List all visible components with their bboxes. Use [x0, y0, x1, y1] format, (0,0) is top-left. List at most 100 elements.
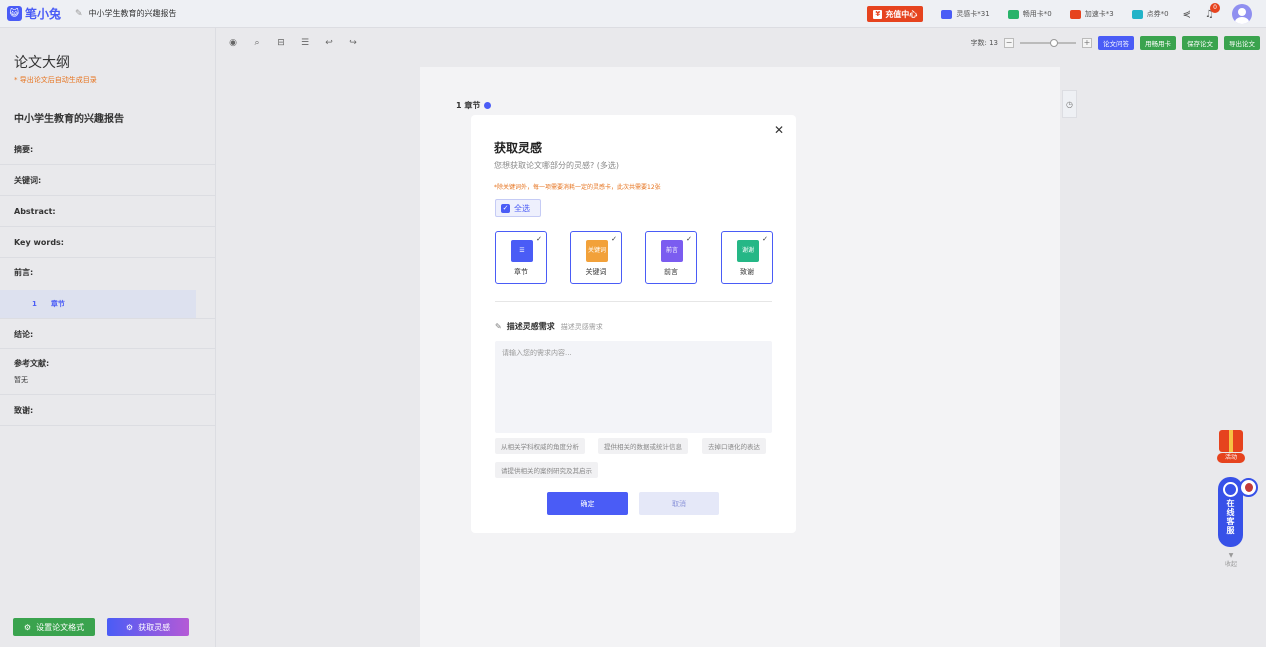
- set-format-button[interactable]: ⚙ 设置论文格式: [13, 618, 95, 636]
- get-inspiration-button[interactable]: ⚙ 获取灵感: [107, 618, 189, 636]
- service-agent-avatar[interactable]: [1239, 478, 1258, 497]
- zoom-out-button[interactable]: −: [1004, 38, 1014, 48]
- chip-label: 去掉口语化的表达: [708, 443, 760, 451]
- chip-label: 请提供相关的案例研究及其启示: [501, 467, 592, 475]
- gift-ribbon: [1229, 430, 1233, 452]
- outline-doc-name: 中小学生教育的兴趣报告: [14, 114, 124, 125]
- collapse-widget[interactable]: ▼ 收起: [1222, 552, 1240, 568]
- outline-item-label: 摘要:: [14, 145, 34, 154]
- outline-item-label: 参考文献:: [14, 359, 50, 368]
- history-clock-icon[interactable]: ◷: [1062, 90, 1077, 118]
- doc-title: 中小学生教育的兴趣报告: [88, 9, 177, 18]
- coupon-count[interactable]: 点券*0: [1131, 9, 1169, 19]
- inspiration-card-count[interactable]: 灵感卡*31: [941, 9, 990, 19]
- outline-item-references[interactable]: 参考文献: 暂无: [0, 349, 216, 395]
- close-icon[interactable]: ✕: [774, 123, 784, 137]
- outline-item-keywords-cn[interactable]: 关键词:: [0, 165, 216, 196]
- export-paper-button[interactable]: 导出论文: [1224, 36, 1260, 50]
- suggestion-chip[interactable]: 从相关学科权威的角度分析: [495, 438, 585, 454]
- outline-chapter-1[interactable]: 1 章节: [0, 290, 196, 318]
- undo-icon[interactable]: ↩: [322, 36, 336, 50]
- outline-item-keywords-en[interactable]: Key words:: [0, 227, 216, 258]
- unlimited-card-icon: [1007, 9, 1019, 19]
- recharge-label: 充值中心: [885, 9, 918, 19]
- preview-eye-icon[interactable]: ◉: [226, 36, 240, 50]
- unlimited-card-count[interactable]: 畅用卡*0: [1007, 9, 1052, 19]
- inspiration-modal: ✕ 获取灵感 您想获取论文哪部分的灵感? (多选) *除关键词外，每一项需要消耗…: [471, 115, 796, 533]
- editor-chapter-label: 1 章节: [456, 101, 481, 110]
- requirement-textarea[interactable]: 请输入您的需求内容...: [495, 341, 772, 433]
- desc-title: 描述灵感需求: [506, 322, 555, 331]
- edit-pen-icon[interactable]: ✎: [75, 9, 83, 19]
- activity-gift-widget[interactable]: 活动: [1217, 428, 1245, 464]
- coupon-label: 点券*0: [1146, 10, 1169, 18]
- outline-item-label: Key words:: [14, 238, 65, 247]
- outline-item-preface[interactable]: 前言:: [0, 258, 216, 288]
- redo-icon[interactable]: ↪: [346, 36, 360, 50]
- paper-qa-button[interactable]: 论文问答: [1098, 36, 1134, 50]
- share-icon[interactable]: ⋞: [1183, 9, 1191, 20]
- outline-item-abstract-en[interactable]: Abstract:: [0, 196, 216, 227]
- suggestion-chip[interactable]: 去掉口语化的表达: [702, 438, 766, 454]
- format-list-icon[interactable]: ☰: [298, 36, 312, 50]
- option-label: 关键词: [585, 268, 607, 276]
- search-icon[interactable]: ⌕: [250, 36, 264, 50]
- modal-title: 获取灵感: [494, 141, 543, 155]
- option-thanks[interactable]: 谢谢 ✓ 致谢: [721, 231, 773, 284]
- modal-subtitle: 您想获取论文哪部分的灵感? (多选): [494, 161, 620, 170]
- replace-icon[interactable]: ⊟: [274, 36, 288, 50]
- select-all-checkbox[interactable]: ✓ 全选: [495, 199, 541, 217]
- outline-item-conclusion[interactable]: 结论:: [0, 318, 216, 349]
- confirm-button[interactable]: 确定: [547, 492, 628, 515]
- chevron-down-icon: ▼: [1228, 552, 1234, 559]
- keywords-icon: 关键词: [586, 240, 608, 262]
- outline-item-thanks[interactable]: 致谢:: [0, 395, 216, 426]
- option-chapter[interactable]: ☰ ✓ 章节: [495, 231, 547, 284]
- speed-card-label: 加速卡*3: [1084, 10, 1114, 18]
- cancel-button[interactable]: 取消: [639, 492, 719, 515]
- preface-icon-text: 前言: [665, 247, 678, 254]
- confirm-label: 确定: [580, 499, 595, 508]
- inspiration-card-icon: [941, 9, 953, 19]
- speed-card-count[interactable]: 加速卡*3: [1069, 9, 1114, 19]
- save-paper-button[interactable]: 保存论文: [1182, 36, 1218, 50]
- suggestion-chip[interactable]: 提供相关的数据或统计信息: [598, 438, 688, 454]
- zoom-slider-knob[interactable]: [1050, 39, 1058, 47]
- outline-item-label: Abstract:: [14, 207, 56, 216]
- unlimited-card-label: 畅用卡*0: [1022, 10, 1052, 18]
- bell-icon[interactable]: ♫ 0: [1205, 2, 1220, 20]
- outline-note: * 导出论文后自动生成目录: [14, 76, 97, 84]
- export-paper-label: 导出论文: [1229, 40, 1255, 48]
- suggestion-chip[interactable]: 请提供相关的案例研究及其启示: [495, 462, 598, 478]
- get-inspiration-label: 获取灵感: [138, 622, 171, 632]
- use-card-button[interactable]: 用畅用卡: [1140, 36, 1176, 50]
- set-format-label: 设置论文格式: [36, 622, 85, 632]
- outline-item-label: 关键词:: [14, 176, 42, 185]
- desc-hint: 描述灵感需求: [560, 322, 603, 331]
- outline-item-label: 结论:: [14, 330, 34, 339]
- option-preface[interactable]: 前言 ✓ 前言: [645, 231, 697, 284]
- modal-warning: *除关键词外，每一项需要消耗一定的灵感卡，此次共需要12张: [494, 184, 661, 191]
- outline-title: 论文大纲: [14, 55, 70, 71]
- service-label: 在线客服: [1226, 499, 1235, 535]
- wallet-icon: ¥: [873, 9, 883, 19]
- outline-item-abstract-cn[interactable]: 摘要:: [0, 134, 216, 165]
- chapter-info-icon[interactable]: [484, 102, 492, 109]
- doc-title-area[interactable]: ✎ 中小学生教育的兴趣报告: [75, 8, 177, 19]
- outline-item-label: 前言:: [14, 268, 34, 277]
- chapter-doc-icon: ☰: [511, 240, 533, 262]
- select-all-label: 全选: [514, 203, 530, 213]
- logo[interactable]: 😺 笔小兔: [7, 5, 61, 22]
- zoom-slider[interactable]: [1020, 39, 1076, 47]
- option-keywords[interactable]: 关键词 ✓ 关键词: [570, 231, 622, 284]
- user-avatar[interactable]: [1232, 4, 1252, 24]
- word-count: 字数: 13: [970, 39, 999, 47]
- logo-icon: 😺: [7, 6, 22, 21]
- recharge-button[interactable]: ¥ 充值中心: [867, 6, 924, 22]
- option-label: 章节: [514, 268, 528, 276]
- paper-qa-label: 论文问答: [1103, 40, 1129, 48]
- zoom-in-button[interactable]: +: [1082, 38, 1092, 48]
- thanks-icon-text: 谢谢: [741, 247, 754, 254]
- editor-chapter-heading[interactable]: 1 章节: [456, 100, 492, 111]
- option-label: 前言: [664, 268, 678, 276]
